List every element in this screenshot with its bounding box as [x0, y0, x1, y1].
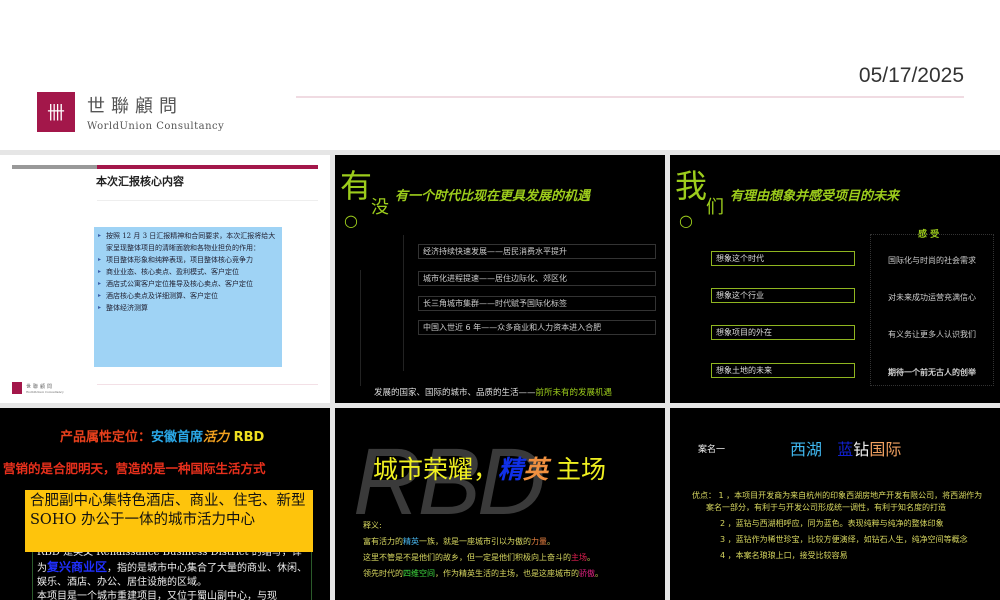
- text: 产品属性定位：: [60, 430, 152, 445]
- text: 。: [587, 553, 595, 562]
- highlight-box: 合肥副中心集特色酒店、商业、住宅、新型 SOHO 办公于一体的城市活力中心: [25, 490, 313, 552]
- slide-thumbnail-5[interactable]: RBD 城市荣耀，精英 主场 释义: 富有活力的精英一族，就是一座城市引以为傲的…: [335, 408, 665, 600]
- logo-mark-icon: [12, 382, 22, 394]
- big-char: 我: [675, 167, 708, 205]
- slide-thumbnail-4[interactable]: 产品属性定位：安徽首席活力 RBD 营销的是合肥明天，营造的是一种国际生活方式 …: [0, 408, 330, 600]
- bullet: 项目整体形象和纯粹表现，项目整体核心竞争力: [98, 254, 278, 266]
- bullet: 商业业态、核心卖点、盈利模式、客户定位: [98, 266, 278, 278]
- text: 城市荣耀，: [373, 455, 499, 484]
- slide-bar-red: [97, 165, 318, 169]
- text: 四维空间: [403, 569, 435, 578]
- case-name: 西湖 蓝钻国际: [790, 436, 901, 460]
- text: RBD: [233, 430, 265, 445]
- big-char: 没: [371, 197, 389, 218]
- slide-thumbnail-6[interactable]: 案名一 西湖 蓝钻国际 优点： 1 ，本项目开发商为来自杭州的印象西湖房地产开发…: [670, 408, 1000, 600]
- logo-en: WorldUnion Consultancy: [26, 389, 64, 394]
- list-item: 想象项目的外在: [711, 325, 855, 340]
- list-item: 中国入世近 6 年——众多商业和人力资本进入合肥: [418, 320, 656, 335]
- divider: [97, 384, 318, 385]
- marketing-line: 营销的是合肥明天，营造的是一种国际生活方式: [3, 461, 266, 476]
- text: 这里不管是不是他们的故乡，但一定是他们积极向上奋斗的: [363, 553, 571, 562]
- text: 领先时代的: [363, 569, 403, 578]
- text: 主场: [548, 455, 606, 484]
- logo-en: WorldUnion Consultancy: [87, 121, 225, 132]
- feeling: 对未来成功运营充满信心: [888, 293, 976, 302]
- text: 主场: [571, 553, 587, 562]
- list-item: 长三角城市集群——时代赋予国际化标签: [418, 296, 656, 311]
- slide-footer: 发展的国家、国际的城市、品质的生活——前所未有的发展机遇: [374, 386, 612, 398]
- bullet: 整体经济测算: [98, 302, 278, 314]
- line: 领先时代的四维空间，作为精英生活的主场，也是这座城市的骄傲。: [363, 566, 663, 582]
- slide-title: 本次汇报核心内容: [96, 175, 184, 188]
- list-item: 想象这个行业: [711, 288, 855, 303]
- slide-logo: 世聯顧問 WorldUnion Consultancy: [12, 382, 64, 394]
- text: 力量: [531, 537, 547, 546]
- divider: [360, 270, 361, 386]
- logo-cn: 世聯顧問: [26, 383, 55, 390]
- big-char: 有: [340, 167, 373, 205]
- text: 。: [547, 537, 555, 546]
- text: 英: [523, 455, 549, 484]
- advantage: 3 ，蓝钻作为稀世珍宝，比较方便演绎，如钻石人生，纯净空间等概念: [720, 535, 968, 544]
- explanation: 释义: 富有活力的精英一族，就是一座城市引以为傲的力量。 这里不管是不是他们的故…: [363, 518, 663, 582]
- positioning-line: 产品属性定位：安徽首席活力 RBD: [60, 426, 264, 445]
- footer-highlight: 前所未有的发展机遇: [535, 388, 613, 398]
- slide-thumbnail-3[interactable]: 我 们 ○ 有理由想象并感受项目的未来 感 受 想象这个时代 想象这个行业 想象…: [670, 155, 1000, 403]
- line: 富有活力的精英一族，就是一座城市引以为傲的力量。: [363, 534, 663, 550]
- text: 西湖: [790, 440, 823, 459]
- text: 一族，就是一座城市引以为傲的: [419, 537, 531, 546]
- text: 安徽首席: [151, 430, 204, 445]
- text: 精英: [403, 537, 419, 546]
- text: 本项目是一个城市重建项目，又位于蜀山副中心，与现: [37, 591, 277, 600]
- circle-icon: ○: [344, 211, 358, 230]
- logo-mark-icon: 卌: [37, 92, 75, 132]
- slide-title: 有理由想象并感受项目的未来: [730, 189, 900, 204]
- slide-title: 有一个时代比现在更具发展的机遇: [395, 189, 591, 204]
- bullet: 酒店核心卖点及详细测算、客户定位: [98, 290, 278, 302]
- list-item: 想象这个时代: [711, 251, 855, 266]
- text: 国际: [869, 440, 902, 459]
- text: 钻: [853, 440, 870, 459]
- case-label: 案名一: [698, 445, 726, 455]
- circle-icon: ○: [679, 211, 693, 230]
- big-char: 们: [706, 197, 724, 218]
- advantage: 优点： 1 ，本项目开发商为来自杭州的印象西湖房地产开发有限公司，将西湖作为案名…: [692, 491, 983, 512]
- logo-cn: 世聯顧問: [87, 96, 183, 117]
- text: 活力: [203, 430, 230, 445]
- text: 富有活力的: [363, 537, 403, 546]
- slide-thumbnail-1[interactable]: 本次汇报核心内容 按照 12 月 3 日汇报精神和合同要求，本次汇报将给大家呈现…: [0, 155, 330, 403]
- slide-title: 城市荣耀，精英 主场: [373, 450, 606, 486]
- header-divider: [296, 96, 964, 98]
- bullet: 酒店式公寓客户定位推导及核心卖点、客户定位: [98, 278, 278, 290]
- text: ，作为精英生活的主场，也是这座城市的: [435, 569, 579, 578]
- worldunion-logo: 卌 世聯顧問 WorldUnion Consultancy: [37, 92, 224, 132]
- divider: [97, 200, 318, 201]
- feeling: 有义务让更多人认识我们: [888, 330, 976, 339]
- text: 。: [595, 569, 603, 578]
- date: 05/17/2025: [858, 64, 964, 87]
- text: 复兴商业区: [47, 560, 108, 574]
- bullet-list: 按照 12 月 3 日汇报精神和合同要求，本次汇报将给大家呈现整体项目的清晰面貌…: [94, 227, 282, 367]
- text: 蓝: [837, 440, 854, 459]
- list-item: 想象土地的未来: [711, 363, 855, 378]
- slide-bar-grey: [12, 165, 97, 169]
- advantage: 4 ，本案名琅琅上口，接受比较容易: [720, 551, 848, 560]
- footer-text: 发展的国家、国际的城市、品质的生活——: [374, 388, 536, 398]
- line: 这里不管是不是他们的故乡，但一定是他们积极向上奋斗的主场。: [363, 550, 663, 566]
- header: 卌 世聯顧問 WorldUnion Consultancy 05/17/2025: [0, 0, 1000, 150]
- list-item: 经济持续快速发展——居民消费水平提升: [418, 244, 656, 259]
- slide-thumbnail-2[interactable]: 有 没 ○ 有一个时代比现在更具发展的机遇 经济持续快速发展——居民消费水平提升…: [335, 155, 665, 403]
- list-item: 城市化进程提速——居住边际化、郊区化: [418, 271, 656, 286]
- text: 精: [498, 455, 524, 484]
- advantage: 2 ，蓝钻与西湖相呼应，同为蓝色。表现纯粹与纯净的整体印象: [720, 519, 944, 528]
- label: 释义:: [363, 521, 382, 530]
- feeling: 国际化与时尚的社会需求: [888, 256, 976, 265]
- text: 骄傲: [579, 569, 595, 578]
- bullet: 按照 12 月 3 日汇报精神和合同要求，本次汇报将给大家呈现整体项目的清晰面貌…: [98, 230, 278, 254]
- divider: [403, 235, 404, 371]
- feeling: 期待一个前无古人的创举: [888, 368, 976, 377]
- advantages: 优点： 1 ，本项目开发商为来自杭州的印象西湖房地产开发有限公司，将西湖作为案名…: [692, 490, 984, 562]
